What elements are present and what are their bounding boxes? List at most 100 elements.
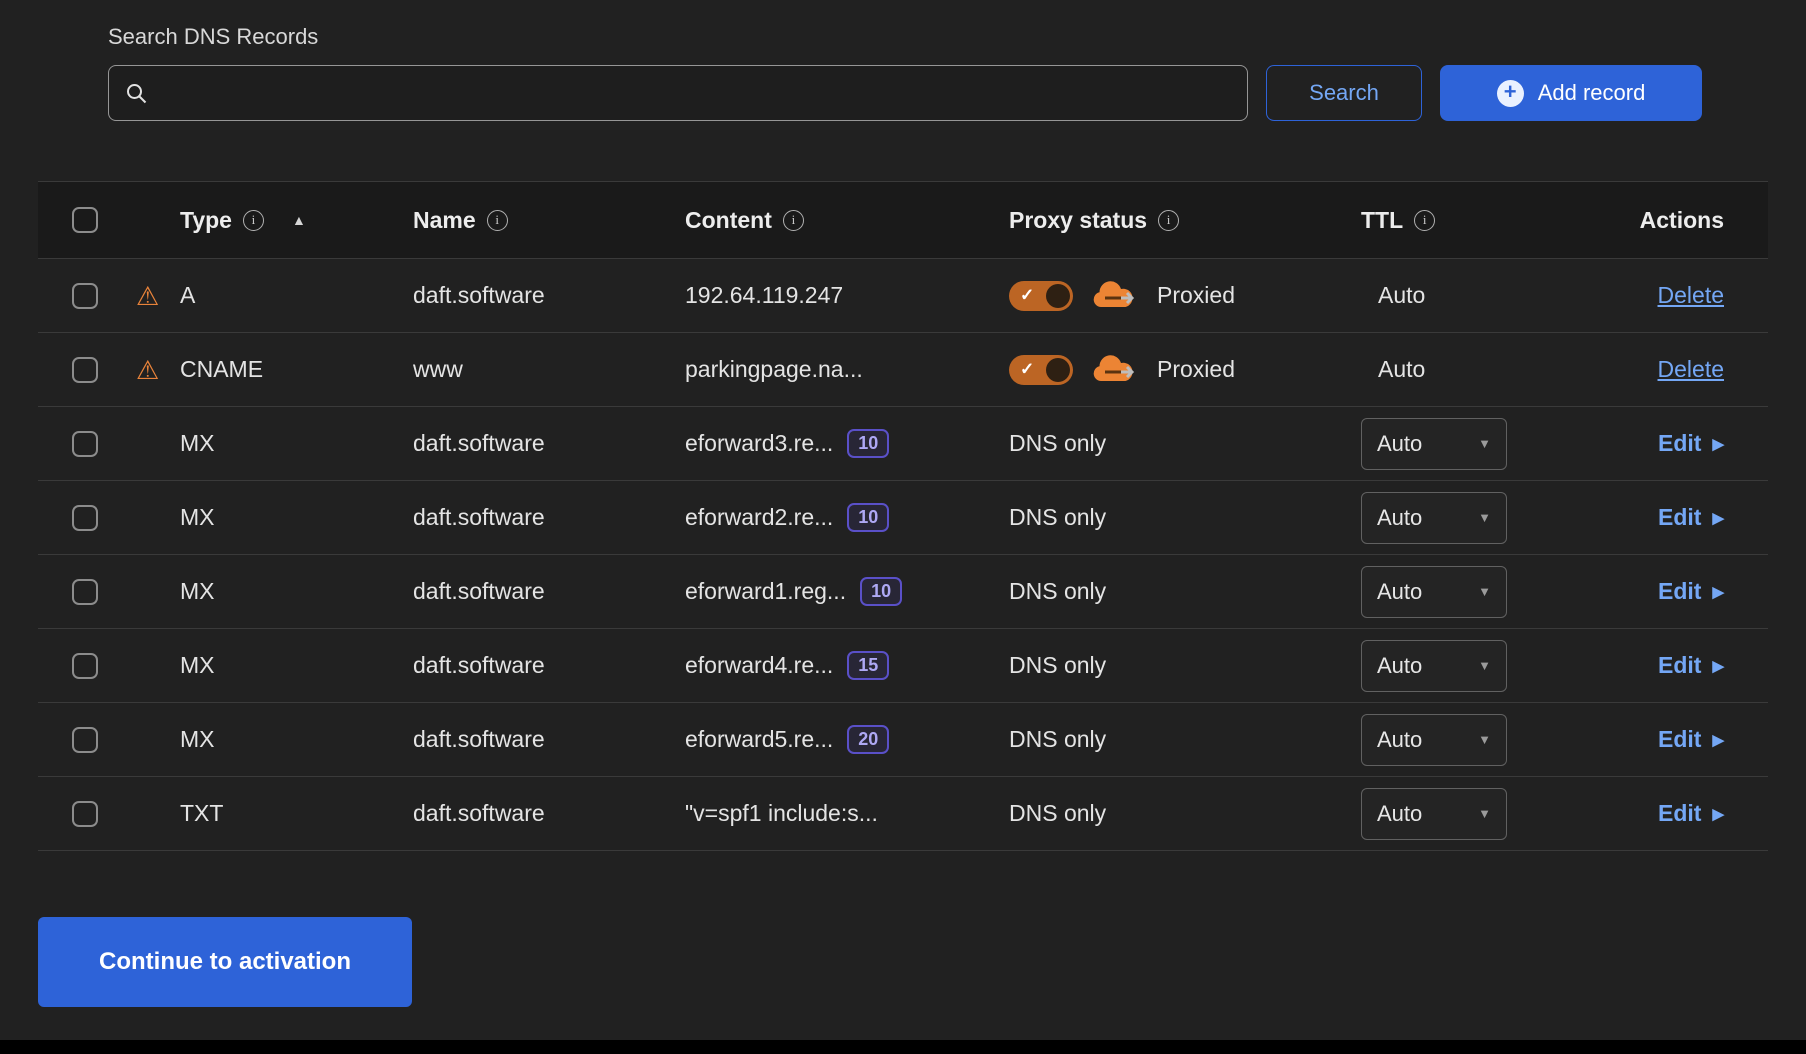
edit-label: Edit <box>1658 430 1701 457</box>
edit-label: Edit <box>1658 652 1701 679</box>
record-content: 192.64.119.247 <box>685 282 843 309</box>
table-row: MX daft.software eforward3.re... 10 DNS … <box>38 407 1768 481</box>
ttl-select[interactable]: Auto ▼ <box>1361 640 1507 692</box>
record-content: eforward3.re... <box>685 430 833 457</box>
row-checkbox[interactable] <box>72 579 98 605</box>
column-header-ttl-label: TTL <box>1361 207 1403 234</box>
record-type: A <box>180 282 413 309</box>
table-row: MX daft.software eforward2.re... 10 DNS … <box>38 481 1768 555</box>
record-content: eforward5.re... <box>685 726 833 753</box>
chevron-down-icon: ▼ <box>1478 806 1491 821</box>
ttl-value: Auto <box>1377 801 1422 827</box>
chevron-down-icon: ▼ <box>1478 584 1491 599</box>
column-header-ttl[interactable]: TTL i <box>1361 207 1557 234</box>
ttl-value: Auto <box>1378 282 1425 309</box>
ttl-select[interactable]: Auto ▼ <box>1361 566 1507 618</box>
priority-badge: 10 <box>847 503 889 533</box>
record-name: daft.software <box>413 282 685 309</box>
table-row: MX daft.software eforward4.re... 15 DNS … <box>38 629 1768 703</box>
edit-link[interactable]: Edit ▶ <box>1658 726 1724 753</box>
search-label: Search DNS Records <box>108 24 1702 50</box>
column-header-name-label: Name <box>413 207 476 234</box>
proxy-status-text: DNS only <box>1009 504 1106 531</box>
edit-label: Edit <box>1658 578 1701 605</box>
priority-badge: 10 <box>847 429 889 459</box>
row-checkbox[interactable] <box>72 283 98 309</box>
toggle-knob <box>1046 358 1070 382</box>
warning-icon: ⚠ <box>136 283 159 309</box>
ttl-select[interactable]: Auto ▼ <box>1361 714 1507 766</box>
warning-icon: ⚠ <box>136 357 159 383</box>
priority-badge: 20 <box>847 725 889 755</box>
proxy-toggle[interactable]: ✓ <box>1009 355 1073 385</box>
search-input[interactable] <box>160 80 1231 106</box>
chevron-down-icon: ▼ <box>1478 658 1491 673</box>
search-section: Search DNS Records Search + Add record <box>108 24 1702 121</box>
delete-link[interactable]: Delete <box>1658 282 1724 309</box>
table-row: MX daft.software eforward1.reg... 10 DNS… <box>38 555 1768 629</box>
proxy-status-text: DNS only <box>1009 652 1106 679</box>
column-header-content-label: Content <box>685 207 772 234</box>
proxy-toggle[interactable]: ✓ <box>1009 281 1073 311</box>
record-content: eforward4.re... <box>685 652 833 679</box>
row-checkbox[interactable] <box>72 653 98 679</box>
ttl-value: Auto <box>1377 653 1422 679</box>
ttl-select[interactable]: Auto ▼ <box>1361 788 1507 840</box>
row-checkbox[interactable] <box>72 431 98 457</box>
search-button[interactable]: Search <box>1266 65 1422 121</box>
edit-link[interactable]: Edit ▶ <box>1658 504 1724 531</box>
edit-label: Edit <box>1658 726 1701 753</box>
column-header-actions-label: Actions <box>1640 207 1724 234</box>
add-record-button[interactable]: + Add record <box>1440 65 1702 121</box>
column-header-name[interactable]: Name i <box>413 207 685 234</box>
record-name: daft.software <box>413 578 685 605</box>
edit-link[interactable]: Edit ▶ <box>1658 430 1724 457</box>
record-content: "v=spf1 include:s... <box>685 800 878 827</box>
ttl-select[interactable]: Auto ▼ <box>1361 418 1507 470</box>
edit-link[interactable]: Edit ▶ <box>1658 578 1724 605</box>
info-icon[interactable]: i <box>783 210 804 231</box>
row-checkbox[interactable] <box>72 801 98 827</box>
ttl-value: Auto <box>1377 431 1422 457</box>
chevron-down-icon: ▼ <box>1478 436 1491 451</box>
edit-link[interactable]: Edit ▶ <box>1658 800 1724 827</box>
record-type: MX <box>180 430 413 457</box>
continue-to-activation-button[interactable]: Continue to activation <box>38 917 412 1007</box>
row-checkbox[interactable] <box>72 727 98 753</box>
priority-badge: 15 <box>847 651 889 681</box>
search-row: Search + Add record <box>108 65 1702 121</box>
delete-link[interactable]: Delete <box>1658 356 1724 383</box>
edit-caret-icon: ▶ <box>1712 583 1724 600</box>
info-icon[interactable]: i <box>1414 210 1435 231</box>
ttl-select[interactable]: Auto ▼ <box>1361 492 1507 544</box>
column-header-content[interactable]: Content i <box>685 207 1009 234</box>
info-icon[interactable]: i <box>487 210 508 231</box>
search-icon <box>125 82 148 105</box>
record-name: daft.software <box>413 430 685 457</box>
dns-records-page: Search DNS Records Search + Add record T… <box>0 0 1806 1040</box>
table-row: ⚠ A daft.software 192.64.119.247 ✓ Proxi… <box>38 259 1768 333</box>
chevron-down-icon: ▼ <box>1478 510 1491 525</box>
add-record-label: Add record <box>1538 80 1646 106</box>
edit-link[interactable]: Edit ▶ <box>1658 652 1724 679</box>
table-row: MX daft.software eforward5.re... 20 DNS … <box>38 703 1768 777</box>
row-checkbox[interactable] <box>72 505 98 531</box>
info-icon[interactable]: i <box>1158 210 1179 231</box>
record-type: TXT <box>180 800 413 827</box>
column-header-proxy-status[interactable]: Proxy status i <box>1009 207 1361 234</box>
info-icon[interactable]: i <box>243 210 264 231</box>
record-name: daft.software <box>413 652 685 679</box>
record-content: parkingpage.na... <box>685 356 863 383</box>
check-icon: ✓ <box>1020 359 1034 379</box>
proxy-status-text: DNS only <box>1009 430 1106 457</box>
priority-badge: 10 <box>860 577 902 607</box>
proxy-status-text: DNS only <box>1009 800 1106 827</box>
row-checkbox[interactable] <box>72 357 98 383</box>
proxy-status-text: DNS only <box>1009 578 1106 605</box>
toggle-knob <box>1046 284 1070 308</box>
table-row: ⚠ CNAME www parkingpage.na... ✓ Proxied … <box>38 333 1768 407</box>
search-input-container <box>108 65 1248 121</box>
sort-ascending-icon[interactable]: ▲ <box>292 212 306 228</box>
select-all-checkbox[interactable] <box>72 207 98 233</box>
column-header-type[interactable]: Type i ▲ <box>180 207 413 234</box>
